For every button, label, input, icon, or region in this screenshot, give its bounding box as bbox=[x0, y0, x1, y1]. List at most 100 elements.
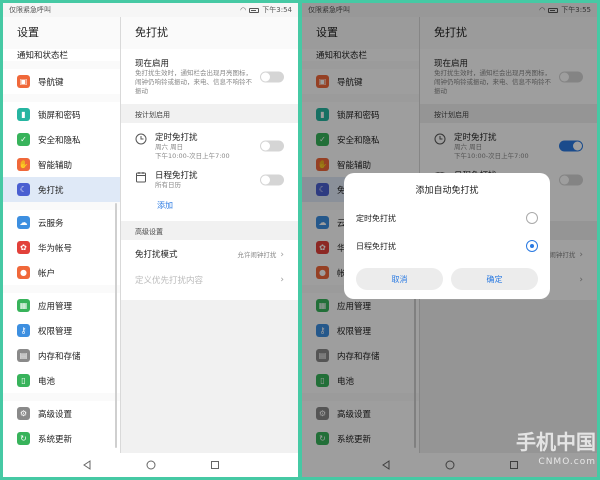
list-item-label: 云服务 bbox=[38, 218, 64, 229]
settings-group: ▮ 锁屏和密码 ✓ 安全和隐私 ✋ 智能辅助 ☾ 免打扰 bbox=[3, 102, 120, 202]
list-item-storage[interactable]: ▤ 内存和存储 bbox=[3, 343, 120, 368]
clock-icon bbox=[135, 133, 147, 145]
timed-dnd-range: 下午10:00-次日上午7:00 bbox=[155, 152, 230, 160]
list-item-battery[interactable]: ▯ 电池 bbox=[3, 368, 120, 393]
list-item-apps[interactable]: ▦ 应用管理 bbox=[3, 293, 120, 318]
scheduled-card: 定时免打扰 周六 周日 下午10:00-次日上午7:00 日程免打扰 所有日历 … bbox=[121, 123, 298, 221]
list-item-update[interactable]: ↻ 系统更新 bbox=[3, 426, 120, 451]
dialog-title: 添加自动免打扰 bbox=[415, 186, 479, 196]
watermark-logo: 手机中国 CNMO.com bbox=[516, 430, 596, 467]
list-item-label: 智能辅助 bbox=[38, 160, 73, 171]
calendar-icon bbox=[136, 172, 146, 183]
settings-group: ▣ 导航键 bbox=[3, 69, 120, 94]
status-bar: 仅限紧急呼叫 ◠ 下午3:54 bbox=[3, 3, 298, 17]
add-auto-dnd-dialog: 添加自动免打扰 定时免打扰 日程免打扰 取消 确定 bbox=[344, 173, 550, 299]
radio-button[interactable] bbox=[526, 240, 538, 252]
moon-icon: ☾ bbox=[17, 183, 30, 196]
gear-icon: ⚙ bbox=[17, 407, 30, 420]
list-item-label: 电池 bbox=[38, 376, 56, 387]
list-item-huawei[interactable]: ✿ 华为帐号 bbox=[3, 235, 120, 260]
storage-icon: ▤ bbox=[17, 349, 30, 362]
advanced-header: 高级设置 bbox=[135, 228, 163, 236]
custom-priority-title: 定义优先打扰内容 bbox=[135, 276, 204, 286]
list-item-shield[interactable]: ✓ 安全和隐私 bbox=[3, 127, 120, 152]
settings-group: ⚙高级设置↻系统更新▯关于平板电脑 bbox=[3, 401, 120, 453]
shield-icon: ✓ bbox=[17, 133, 30, 146]
option-timed-dnd[interactable]: 定时免打扰 bbox=[356, 204, 538, 232]
battery-icon: ▯ bbox=[17, 374, 30, 387]
timed-dnd-row[interactable]: 定时免打扰 周六 周日 下午10:00-次日上午7:00 bbox=[135, 127, 284, 165]
list-item-label: 锁屏和密码 bbox=[38, 110, 81, 121]
navigation-bar bbox=[3, 453, 298, 477]
list-item-moon[interactable]: ☾ 免打扰 bbox=[3, 177, 120, 202]
settings-group: ▦ 应用管理 ⚷ 权限管理 ▤ 内存和存储 ▯ 电池 bbox=[3, 293, 120, 393]
detail-title: 免打扰 bbox=[121, 17, 298, 49]
scrollbar[interactable] bbox=[115, 203, 117, 448]
key-icon: ⚷ bbox=[17, 324, 30, 337]
enable-now-row[interactable]: 现在启用 免打扰生效时，通知栏会出现月亮图标，闹钟仍响铃或振动，来电、信息不响铃… bbox=[135, 53, 284, 100]
list-item-lock[interactable]: ▮ 锁屏和密码 bbox=[3, 102, 120, 127]
list-item-account[interactable]: ● 帐户 bbox=[3, 260, 120, 285]
list-item-notifications[interactable]: 通知和状态栏 bbox=[3, 49, 120, 61]
add-rule-link[interactable]: 添加 bbox=[135, 194, 284, 217]
advanced-card: 免打扰模式 允许闹钟打扰› 定义优先打扰内容 › bbox=[121, 240, 298, 300]
right-screen: 仅限紧急呼叫 ◠ 下午3:55 设置 通知和状态栏 ▣ 导航键 ▮ 锁屏和密码 ✓ 安全和… bbox=[302, 3, 597, 477]
enable-now-desc: 免打扰生效时，通知栏会出现月亮图标，闹钟仍响铃或振动，来电、信息不响铃不振动 bbox=[135, 69, 252, 95]
dnd-mode-title: 免打扰模式 bbox=[135, 250, 178, 260]
list-item-gear[interactable]: ⚙ 高级设置 bbox=[3, 401, 120, 426]
settings-groups: ▣ 导航键 ▮ 锁屏和密码 ✓ 安全和隐私 ✋ 智能辅助 ☾ 免打扰 ☁ 云服务 ✿ 华为帐号 ● 帐户 ▦ 应用… bbox=[3, 69, 120, 453]
lock-icon: ▮ bbox=[17, 108, 30, 121]
chevron-right-icon: › bbox=[280, 275, 284, 285]
battery-status-icon bbox=[249, 7, 260, 13]
wifi-icon: ◠ bbox=[240, 6, 247, 14]
scheduled-header: 按计划启用 bbox=[135, 111, 170, 119]
dnd-mode-row[interactable]: 免打扰模式 允许闹钟打扰› bbox=[135, 244, 284, 264]
list-item-label: 应用管理 bbox=[38, 301, 73, 312]
list-item-cloud[interactable]: ☁ 云服务 bbox=[3, 210, 120, 235]
dnd-mode-value: 允许闹钟打扰 bbox=[237, 250, 277, 259]
update-icon: ↻ bbox=[17, 432, 30, 445]
list-item-label: 华为帐号 bbox=[38, 243, 73, 254]
enable-now-title: 现在启用 bbox=[135, 59, 170, 69]
account-icon: ● bbox=[17, 266, 30, 279]
apps-icon: ▦ bbox=[17, 299, 30, 312]
enable-now-toggle[interactable] bbox=[260, 71, 284, 82]
list-item-label: 安全和隐私 bbox=[38, 135, 81, 146]
list-item-label: 权限管理 bbox=[38, 326, 73, 337]
event-dnd-toggle[interactable] bbox=[260, 174, 284, 185]
enable-now-card: 现在启用 免打扰生效时，通知栏会出现月亮图标，闹钟仍响铃或振动，来电、信息不响铃… bbox=[121, 49, 298, 104]
list-item-label: 免打扰 bbox=[38, 185, 64, 196]
clock-text: 下午3:54 bbox=[262, 6, 292, 14]
option-event-dnd[interactable]: 日程免打扰 bbox=[356, 232, 538, 260]
confirm-button[interactable]: 确定 bbox=[451, 268, 538, 290]
list-item-label: 高级设置 bbox=[38, 409, 73, 420]
list-item-label: 系统更新 bbox=[38, 434, 73, 445]
event-dnd-title: 日程免打扰 bbox=[155, 171, 198, 181]
list-item-hand[interactable]: ✋ 智能辅助 bbox=[3, 152, 120, 177]
radio-button[interactable] bbox=[526, 212, 538, 224]
list-item-label: 导航键 bbox=[38, 77, 64, 88]
settings-list-pane: 设置 通知和状态栏 ▣ 导航键 ▮ 锁屏和密码 ✓ 安全和隐私 ✋ 智能辅助 ☾ 免打扰 ☁ 云服务 ✿… bbox=[3, 17, 120, 453]
recents-icon[interactable] bbox=[209, 459, 221, 471]
hand-icon: ✋ bbox=[17, 158, 30, 171]
chevron-right-icon: › bbox=[280, 249, 284, 260]
timed-dnd-days: 周六 周日 bbox=[155, 143, 184, 151]
cancel-button[interactable]: 取消 bbox=[356, 268, 443, 290]
option-label: 日程免打扰 bbox=[356, 241, 396, 251]
list-item-key[interactable]: ⚷ 权限管理 bbox=[3, 318, 120, 343]
custom-priority-row: 定义优先打扰内容 › bbox=[135, 264, 284, 296]
option-label: 定时免打扰 bbox=[356, 213, 396, 223]
settings-group: ☁ 云服务 ✿ 华为帐号 ● 帐户 bbox=[3, 210, 120, 285]
back-icon[interactable] bbox=[81, 459, 93, 471]
cloud-icon: ☁ bbox=[17, 216, 30, 229]
huawei-icon: ✿ bbox=[17, 241, 30, 254]
timed-dnd-toggle[interactable] bbox=[260, 140, 284, 152]
timed-dnd-title: 定时免打扰 bbox=[155, 133, 198, 143]
event-dnd-row[interactable]: 日程免打扰 所有日历 bbox=[135, 165, 284, 194]
settings-title: 设置 bbox=[17, 26, 39, 39]
event-dnd-calendars: 所有日历 bbox=[155, 181, 181, 189]
carrier-text: 仅限紧急呼叫 bbox=[9, 6, 51, 14]
list-item-nav-key[interactable]: ▣ 导航键 bbox=[3, 69, 120, 94]
left-screen: 仅限紧急呼叫 ◠ 下午3:54 设置 通知和状态栏 ▣ 导航键 ▮ 锁屏和密码 ✓ 安全和… bbox=[3, 3, 298, 477]
home-icon[interactable] bbox=[145, 459, 157, 471]
